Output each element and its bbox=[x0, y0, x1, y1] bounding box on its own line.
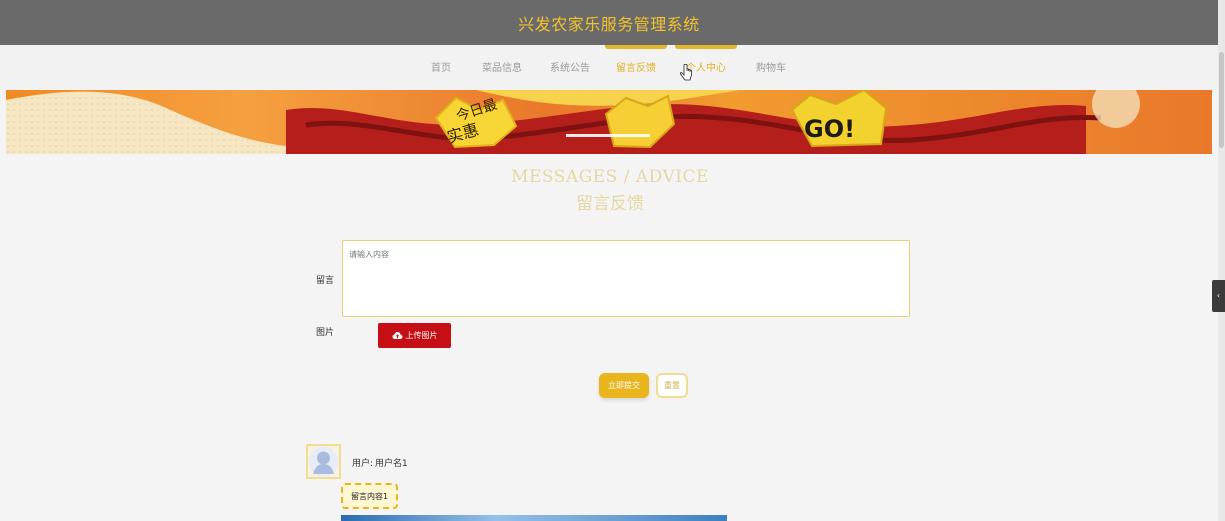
reset-button[interactable]: 重置 bbox=[656, 373, 688, 398]
submit-button-label: 立即提交 bbox=[608, 381, 640, 390]
hero-banner[interactable]: 今日最 实惠 GO! bbox=[6, 90, 1212, 154]
nav-item-dishes[interactable]: 菜品信息 bbox=[478, 45, 526, 90]
app-title: 兴发农家乐服务管理系统 bbox=[518, 14, 700, 34]
banner-slider-indicator[interactable] bbox=[566, 134, 650, 137]
comment-text: 留言内容1 bbox=[350, 491, 389, 501]
comment-content: 留言内容1 bbox=[341, 483, 398, 509]
reset-button-label: 重置 bbox=[664, 381, 680, 390]
banner-illustration: 今日最 实惠 GO! bbox=[6, 90, 1140, 154]
active-indicator bbox=[605, 45, 667, 49]
page-scrollbar[interactable] bbox=[1218, 0, 1225, 521]
upload-image-button[interactable]: 上传图片 bbox=[378, 323, 451, 348]
image-label: 图片 bbox=[316, 328, 335, 338]
comment-user-prefix: 用户: bbox=[352, 459, 374, 469]
banner-text-3: GO! bbox=[804, 115, 855, 143]
message-label: 留言 bbox=[316, 276, 335, 286]
comment-user-info: 用户: 用户名1 bbox=[352, 456, 408, 469]
nav-item-feedback[interactable]: 留言反馈 bbox=[605, 45, 667, 90]
submit-button[interactable]: 立即提交 bbox=[599, 373, 649, 398]
section-title-zh: 留言反馈 bbox=[576, 194, 644, 214]
chevron-left-icon: ‹ bbox=[1216, 291, 1221, 300]
nav-item-announcements[interactable]: 系统公告 bbox=[546, 45, 594, 90]
avatar bbox=[306, 444, 341, 479]
banner-balloon bbox=[476, 90, 741, 106]
banner-cloud-right bbox=[1092, 90, 1140, 128]
message-textarea[interactable] bbox=[342, 240, 910, 317]
hand-cursor-icon bbox=[679, 64, 692, 81]
page: 兴发农家乐服务管理系统 首页 菜品信息 系统公告 留言反馈 个人中心 购物车 今… bbox=[0, 0, 1225, 521]
nav-item-home[interactable]: 首页 bbox=[423, 45, 459, 90]
cloud-upload-icon bbox=[392, 332, 402, 339]
main-nav: 首页 菜品信息 系统公告 留言反馈 个人中心 购物车 bbox=[0, 45, 1218, 90]
scrollbar-thumb[interactable] bbox=[1219, 52, 1224, 148]
comment-image bbox=[341, 515, 727, 521]
user-avatar-icon bbox=[308, 446, 339, 477]
section-heading: MESSAGES / ADVICE 留言反馈 bbox=[480, 167, 740, 214]
nav-item-cart[interactable]: 购物车 bbox=[752, 45, 790, 90]
app-header: 兴发农家乐服务管理系统 bbox=[0, 0, 1218, 45]
side-panel-toggle[interactable]: ‹ bbox=[1212, 280, 1225, 312]
section-title-en: MESSAGES / ADVICE bbox=[511, 167, 709, 187]
banner-ribbon bbox=[286, 104, 1086, 154]
upload-button-label: 上传图片 bbox=[405, 331, 438, 340]
hover-indicator bbox=[675, 45, 737, 49]
comment-user-name: 用户名1 bbox=[375, 459, 408, 469]
